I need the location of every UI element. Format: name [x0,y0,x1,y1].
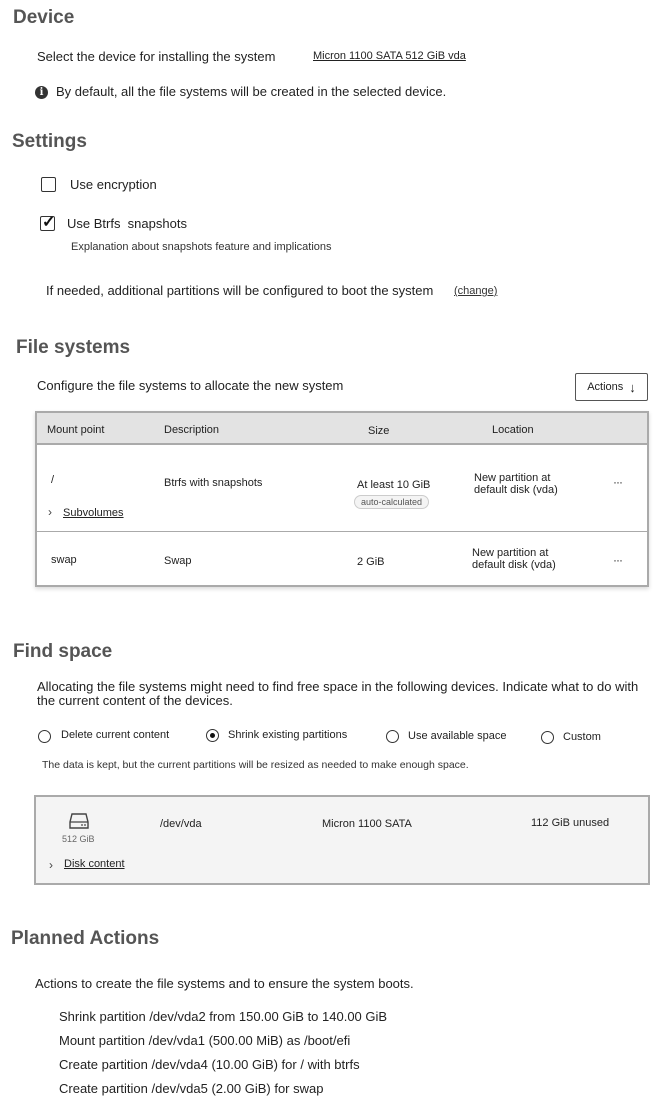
snapshots-help: Explanation about snapshots feature and … [71,241,332,253]
radio-custom[interactable] [541,731,554,744]
chevron-right-icon[interactable]: › [49,858,53,872]
settings-section-title: Settings [12,131,87,152]
planned-action-item: Mount partition /dev/vda1 (500.00 MiB) a… [59,1033,351,1048]
planned-actions-section-title: Planned Actions [11,928,160,949]
column-header-mount-point: Mount point [47,424,105,436]
column-header-size: Size [368,425,390,437]
planned-actions-description: Actions to create the file systems and t… [35,976,414,991]
option-help-text: The data is kept, but the current partit… [42,759,469,771]
hard-disk-icon [69,813,89,829]
radio-delete-current-content[interactable] [38,730,51,743]
encryption-label: Use encryption [70,177,157,192]
device-select-label: Select the device for installing the sys… [37,49,276,64]
device-selector-link[interactable]: Micron 1100 SATA 512 GiB vda [313,50,466,62]
radio-shrink-existing-partitions[interactable] [206,729,219,742]
encryption-checkbox[interactable] [41,177,56,192]
device-section-title: Device [13,7,75,28]
snapshots-label: Use Btrfs snapshots [67,216,187,231]
disk-model: Micron 1100 SATA [322,818,412,830]
actions-button-label: Actions [587,381,624,393]
disk-unused: 112 GiB unused [531,817,610,829]
location-line2: default disk (vda) [472,559,556,571]
disk-size: 512 GiB [62,834,95,844]
checkmark-icon: ✓ [42,214,56,231]
radio-use-available-space[interactable] [386,730,399,743]
snapshots-checkbox[interactable]: ✓ [40,214,55,231]
location-line2: default disk (vda) [474,484,558,496]
mount-point: / [51,474,55,486]
info-icon: i [35,86,48,99]
file-systems-description: Configure the file systems to allocate t… [37,378,344,393]
file-systems-table: Mount point Description Size Location / … [35,411,649,587]
size: At least 10 GiB [357,479,431,491]
column-header-location: Location [492,424,534,436]
subvolumes-toggle[interactable]: Subvolumes [63,507,124,519]
find-space-section-title: Find space [13,641,113,662]
file-systems-section-title: File systems [16,337,131,358]
auto-calculated-badge: auto-calculated [354,495,430,509]
description: Swap [164,555,192,567]
planned-action-item: Shrink partition /dev/vda2 from 150.00 G… [59,1009,388,1024]
disk-name: /dev/vda [160,818,202,830]
row-menu-kebab-icon[interactable]: ··· [613,553,623,567]
arrow-down-icon: ↓ [629,379,636,395]
description: Btrfs with snapshots [164,477,263,489]
radio-label: Delete current content [61,729,170,741]
radio-label: Custom [563,731,601,743]
boot-text: If needed, additional partitions will be… [46,283,434,298]
actions-button[interactable]: Actions ↓ [575,373,648,401]
column-header-description: Description [164,424,220,436]
device-info-text: By default, all the file systems will be… [56,84,447,99]
disk-card: 512 GiB /dev/vda Micron 1100 SATA 112 Gi… [34,795,650,885]
radio-label: Shrink existing partitions [228,729,348,741]
radio-label: Use available space [408,730,507,742]
disk-content-toggle[interactable]: Disk content [64,858,125,870]
table-row: / Btrfs with snapshots At least 10 GiB a… [37,445,647,532]
mount-point: swap [51,554,77,566]
table-row: swap Swap 2 GiB New partition at default… [37,532,647,585]
find-space-description: Allocating the file systems might need t… [37,679,639,708]
row-menu-kebab-icon[interactable]: ··· [613,475,623,489]
location-line1: New partition at [472,547,549,559]
planned-action-item: Create partition /dev/vda5 (2.00 GiB) fo… [59,1081,324,1096]
table-header: Mount point Description Size Location [37,413,647,445]
chevron-right-icon[interactable]: › [48,505,52,519]
change-boot-link[interactable]: (change) [454,285,497,297]
size: 2 GiB [357,556,385,568]
planned-action-item: Create partition /dev/vda4 (10.00 GiB) f… [59,1057,360,1072]
location-line1: New partition at [474,472,551,484]
